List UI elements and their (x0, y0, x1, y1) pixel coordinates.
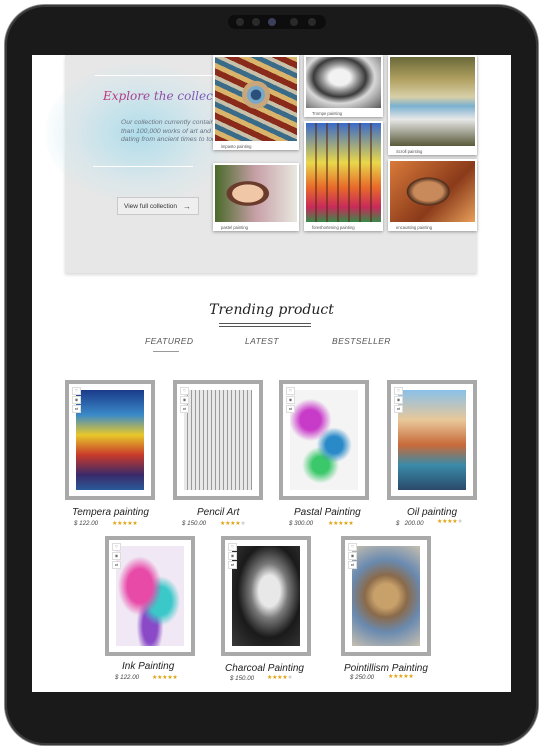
compare-icon[interactable]: ⇄ (348, 561, 357, 569)
rating-stars: ★★★★★ (388, 674, 414, 680)
collection-hero: Explore the collection Our collection cu… (45, 55, 477, 273)
rating-stars: ★★★★★ (220, 521, 246, 527)
camera-notch (228, 15, 326, 29)
artwork-image (215, 165, 297, 222)
compare-icon[interactable]: ⇄ (180, 405, 189, 413)
quick-view-icon[interactable]: ◉ (348, 552, 357, 560)
quick-view-icon[interactable]: ◉ (72, 396, 81, 404)
quick-view-icon[interactable]: ◉ (180, 396, 189, 404)
compare-icon[interactable]: ⇄ (72, 405, 81, 413)
tab-latest[interactable]: LATEST (245, 336, 279, 346)
tile-caption: Trompe painting (312, 111, 343, 116)
product-name[interactable]: Pastal Painting (294, 507, 361, 518)
quick-view-icon[interactable]: ◉ (112, 552, 121, 560)
product-name[interactable]: Tempera painting (72, 507, 149, 518)
rating-stars: ★★★★★ (267, 675, 293, 681)
product-price: $ 200.00 (396, 520, 424, 527)
divider (219, 323, 311, 324)
product-image (352, 546, 420, 646)
compare-icon[interactable]: ⇄ (112, 561, 121, 569)
collection-tile-scroll[interactable]: Scroll painting (388, 55, 477, 155)
tile-caption: foreshortening painting (312, 225, 355, 230)
collection-tile-foreshortening[interactable]: foreshortening painting (304, 121, 383, 231)
product-image (398, 390, 466, 490)
collection-tile-trompe[interactable]: Trompe painting (304, 55, 383, 117)
collection-tile-pastel[interactable]: pastel painting (213, 163, 299, 231)
product-image (76, 390, 144, 490)
product-image (184, 390, 252, 490)
tile-caption: Scroll painting (396, 149, 423, 154)
view-collection-label: View full collection (124, 202, 177, 210)
artwork-image (306, 123, 381, 222)
divider (93, 166, 193, 167)
collection-tile-encaustic[interactable]: encausting painting (388, 159, 477, 231)
collection-tile-impasto[interactable]: impasto painting (213, 55, 299, 150)
app-screen: Explore the collection Our collection cu… (32, 55, 511, 692)
rating-stars: ★★★★★ (152, 675, 178, 681)
tab-bestseller[interactable]: BESTSELLER (332, 336, 391, 346)
rating-stars: ★★★★★ (437, 519, 463, 525)
camera-icon (268, 18, 276, 26)
artwork-image (390, 161, 475, 222)
tile-caption: pastel painting (221, 225, 249, 230)
product-price: $ 150.00 (230, 675, 255, 682)
wishlist-icon[interactable]: ♡ (180, 387, 189, 395)
product-image (290, 390, 358, 490)
compare-icon[interactable]: ⇄ (228, 561, 237, 569)
product-name[interactable]: Oil painting (407, 507, 457, 518)
rating-stars: ★★★★★ (328, 521, 354, 527)
product-price: $ 122.00 (115, 674, 140, 681)
wishlist-icon[interactable]: ♡ (348, 543, 357, 551)
wishlist-icon[interactable]: ♡ (72, 387, 81, 395)
compare-icon[interactable]: ⇄ (286, 405, 295, 413)
wishlist-icon[interactable]: ♡ (394, 387, 403, 395)
product-name[interactable]: Pointillism Painting (344, 663, 428, 674)
product-price: $ 122.00 (74, 520, 99, 527)
product-price: $ 250.00 (350, 674, 375, 681)
wishlist-icon[interactable]: ♡ (286, 387, 295, 395)
wishlist-icon[interactable]: ♡ (228, 543, 237, 551)
section-title: Trending product (209, 302, 334, 318)
divider (95, 75, 215, 76)
product-image (116, 546, 184, 646)
quick-view-icon[interactable]: ◉ (228, 552, 237, 560)
quick-view-icon[interactable]: ◉ (286, 396, 295, 404)
artwork-image (306, 57, 381, 108)
product-image (232, 546, 300, 646)
product-name[interactable]: Pencil Art (197, 507, 239, 518)
tile-caption: encausting painting (396, 225, 433, 230)
quick-view-icon[interactable]: ◉ (394, 396, 403, 404)
wishlist-icon[interactable]: ♡ (112, 543, 121, 551)
product-price: $ 300.00 (289, 520, 314, 527)
compare-icon[interactable]: ⇄ (394, 405, 403, 413)
product-name[interactable]: Charcoal Painting (225, 663, 304, 674)
view-collection-button[interactable]: View full collection → (117, 197, 199, 215)
artwork-image (390, 57, 475, 146)
divider (219, 326, 311, 327)
arrow-right-icon: → (183, 202, 191, 211)
tile-caption: impasto painting (221, 144, 252, 149)
rating-stars: ★★★★★ (112, 521, 138, 527)
product-name[interactable]: Ink Painting (122, 661, 174, 672)
product-price: $ 150.00 (182, 520, 207, 527)
active-tab-indicator (153, 351, 179, 352)
tab-featured[interactable]: FEATURED (145, 336, 193, 346)
artwork-image (215, 57, 297, 141)
